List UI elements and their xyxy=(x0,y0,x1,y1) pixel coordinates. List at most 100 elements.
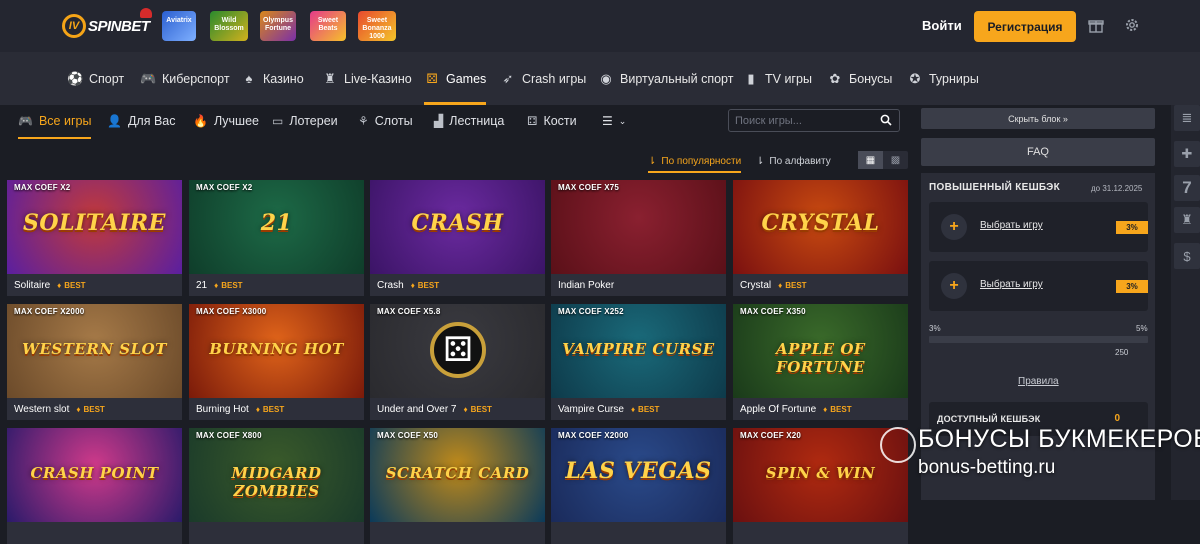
game-title-art: SCRATCH CARD xyxy=(385,464,530,482)
hide-block-button[interactable]: Скрыть блок » xyxy=(921,108,1155,129)
game-thumbnail[interactable]: MIDGARD ZOMBIES xyxy=(189,428,364,522)
login-button[interactable]: Войти xyxy=(922,18,962,33)
game-title-art: SOLITAIRE xyxy=(23,210,166,236)
spinbet-logo[interactable]: IV SPINBET xyxy=(62,8,152,40)
promo-aviatrix[interactable]: Aviatrix xyxy=(162,11,196,41)
nav-sport[interactable]: ⚽ Спорт xyxy=(67,52,124,105)
progress-min-label: 3% xyxy=(929,324,941,333)
faq-button[interactable]: FAQ xyxy=(921,138,1155,166)
sort-icon: ⇂ xyxy=(756,155,765,167)
tab-dice[interactable]: ⚃ Кости xyxy=(527,105,577,137)
game-info-bar: Under and Over 7 ♦ BEST xyxy=(370,398,545,420)
tab-slots[interactable]: ⚘ Слоты xyxy=(358,105,413,137)
grid-small-icon[interactable]: ▩ xyxy=(883,151,908,169)
search-input[interactable] xyxy=(729,110,869,131)
dollar-icon[interactable]: $ xyxy=(1174,243,1200,269)
promo-wild-blossom[interactable]: Wild Blossom xyxy=(210,11,248,41)
game-thumbnail[interactable]: WESTERN SLOT xyxy=(7,304,182,398)
progress-max-label: 5% xyxy=(1136,324,1148,333)
chess-icon[interactable]: ♜ xyxy=(1174,207,1200,233)
game-card[interactable]: MAX COEF X75 Indian Poker xyxy=(551,180,726,296)
nav-tournaments[interactable]: ✪ Турниры xyxy=(907,52,979,105)
tab-label: Слоты xyxy=(374,114,413,128)
choose-game-link[interactable]: Выбрать игру xyxy=(980,220,1043,231)
plus-icon[interactable]: + xyxy=(941,273,967,299)
game-card[interactable]: BURNING HOT MAX COEF X3000 Burning Hot ♦ BES… xyxy=(189,304,364,420)
sort-label: По популярности xyxy=(661,155,742,167)
game-card[interactable]: VAMPIRE CURSE MAX COEF X252 Vampire Curse ♦… xyxy=(551,304,726,420)
tab-all-games[interactable]: 🎮 Все игры xyxy=(18,105,92,139)
plus-icon[interactable]: + xyxy=(941,214,967,240)
tab-label: Лучшее xyxy=(213,114,259,128)
best-label: BEST xyxy=(221,280,243,290)
trophy-icon: ✪ xyxy=(909,70,921,86)
game-thumbnail[interactable]: CRASH xyxy=(370,180,545,274)
nav-virtual-sport[interactable]: ◉ Виртуальный спорт xyxy=(598,52,733,105)
rocket-icon: ➶ xyxy=(502,70,514,86)
game-thumbnail[interactable]: CRASH POINT xyxy=(7,428,182,522)
game-card[interactable]: CRASH POINT xyxy=(7,428,182,544)
game-thumbnail[interactable] xyxy=(551,180,726,274)
nav-tv-games[interactable]: ▮ TV игры xyxy=(743,52,812,105)
rules-link[interactable]: Правила xyxy=(1018,376,1059,387)
gamepad-icon: 🎮 xyxy=(18,114,33,128)
search-icon[interactable] xyxy=(880,114,892,126)
tab-for-you[interactable]: 👤 Для Вас xyxy=(107,105,176,137)
nav-bonuses[interactable]: ✿ Бонусы xyxy=(827,52,893,105)
nav-games[interactable]: ⚄ Games xyxy=(424,52,487,105)
game-thumbnail[interactable]: VAMPIRE CURSE xyxy=(551,304,726,398)
game-card[interactable]: ⚄ MAX COEF X5.8 Under and Over 7 ♦ BEST xyxy=(370,304,545,420)
grid-large-icon[interactable]: ▦ xyxy=(858,151,883,169)
game-thumbnail[interactable]: SOLITAIRE xyxy=(7,180,182,274)
game-name: Burning Hot xyxy=(196,403,249,415)
game-title-art: 21 xyxy=(260,210,293,236)
game-card[interactable]: SOLITAIRE MAX COEF X2 Solitaire ♦ BEST xyxy=(7,180,182,296)
game-info-bar: 21 ♦ BEST xyxy=(189,274,364,296)
game-card[interactable]: WESTERN SLOT MAX COEF X2000 Western slot ♦ B… xyxy=(7,304,182,420)
tab-best[interactable]: 🔥 Лучшее xyxy=(193,105,259,137)
max-coef-label: MAX COEF X2000 xyxy=(14,307,85,316)
game-thumbnail[interactable]: LAS VEGAS xyxy=(551,428,726,522)
more-menu-button[interactable]: ☰ ⌄ xyxy=(602,105,626,137)
choose-game-link[interactable]: Выбрать игру xyxy=(980,279,1043,290)
game-card[interactable]: SCRATCH CARD MAX COEF X50 xyxy=(370,428,545,544)
game-thumbnail[interactable]: BURNING HOT xyxy=(189,304,364,398)
flame-icon: ♦ xyxy=(823,404,828,414)
game-card[interactable]: 21 MAX COEF X2 21 ♦ BEST xyxy=(189,180,364,296)
promo-olympus-fortune[interactable]: Olympus Fortune xyxy=(260,11,296,41)
nav-live-casino[interactable]: ♜ Live-Казино xyxy=(322,52,412,105)
promo-sweet-bonanza[interactable]: Sweet Bonanza 1000 xyxy=(358,11,396,41)
gear-icon[interactable] xyxy=(1124,17,1140,33)
max-coef-label: MAX COEF X2 xyxy=(14,183,71,192)
sort-alphabet[interactable]: ⇂ По алфавиту xyxy=(756,151,831,171)
promo-sweet-beats[interactable]: Sweet Beats xyxy=(310,11,346,41)
game-thumbnail[interactable]: CRYSTAL xyxy=(733,180,908,274)
gift-icon[interactable]: ✚ xyxy=(1174,141,1200,167)
cards-icon: ♠ xyxy=(245,71,253,86)
sort-popularity[interactable]: ⇂ По популярности xyxy=(648,151,742,173)
sort-icon: ⇂ xyxy=(648,155,657,167)
seven-icon[interactable]: 7 xyxy=(1174,175,1200,201)
game-info-bar: Western slot ♦ BEST xyxy=(7,398,182,420)
game-thumbnail[interactable]: SCRATCH CARD xyxy=(370,428,545,522)
nav-crash-games[interactable]: ➶ Crash игры xyxy=(500,52,587,105)
chevron-down-icon: ⌄ xyxy=(618,115,627,126)
tab-label: Кости xyxy=(543,114,577,128)
max-coef-label: MAX COEF X50 xyxy=(377,431,439,440)
game-info-bar: Apple Of Fortune ♦ BEST xyxy=(733,398,908,420)
game-card[interactable]: CRASH Crash ♦ BEST xyxy=(370,180,545,296)
tab-lotteries[interactable]: ▭ Лотереи xyxy=(272,105,338,137)
list-icon[interactable]: ≣ xyxy=(1174,105,1200,131)
register-button[interactable]: Регистрация xyxy=(974,11,1076,42)
game-thumbnail[interactable]: ⚄ xyxy=(370,304,545,398)
game-card[interactable]: MIDGARD ZOMBIES MAX COEF X800 xyxy=(189,428,364,544)
nav-casino[interactable]: ♠ Казино xyxy=(241,52,304,105)
tab-ladder[interactable]: ▟ Лестница xyxy=(434,105,504,137)
game-thumbnail[interactable]: APPLE OF FORTUNE xyxy=(733,304,908,398)
game-card[interactable]: CRYSTAL Crystal ♦ BEST xyxy=(733,180,908,296)
game-thumbnail[interactable]: 21 xyxy=(189,180,364,274)
game-card[interactable]: APPLE OF FORTUNE MAX COEF X350 Apple Of Fo… xyxy=(733,304,908,420)
gift-icon[interactable] xyxy=(1088,17,1104,33)
nav-esport[interactable]: 🎮 Киберспорт xyxy=(140,52,230,105)
game-card[interactable]: LAS VEGAS MAX COEF X2000 xyxy=(551,428,726,544)
